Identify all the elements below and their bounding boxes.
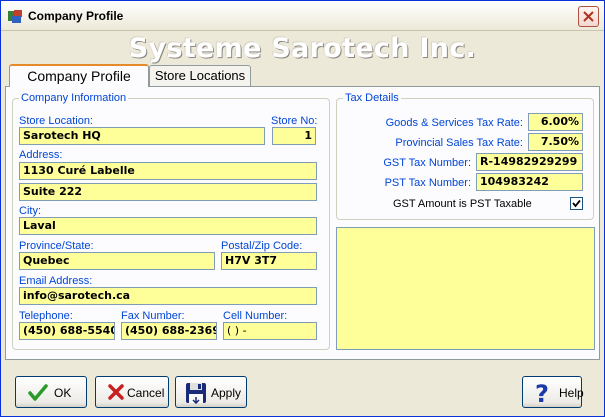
close-button[interactable]: [578, 6, 599, 27]
store-no-label: Store No:: [271, 115, 318, 127]
question-mark-icon: ?: [533, 380, 553, 409]
company-information-title: Company Information: [19, 92, 129, 104]
tax-details-title: Tax Details: [343, 92, 401, 104]
address-line1-field[interactable]: 1130 Curé Labelle: [19, 162, 317, 180]
window-title: Company Profile: [28, 9, 124, 23]
svg-text:?: ?: [535, 380, 549, 406]
email-field[interactable]: info@sarotech.ca: [19, 287, 317, 305]
store-location-label: Store Location:: [19, 115, 93, 127]
banner-text: Systeme Sarotech Inc.: [128, 33, 477, 64]
tab-company-profile[interactable]: Company Profile: [9, 64, 149, 87]
gst-rate-field[interactable]: 6.00%: [528, 113, 583, 131]
gst-pst-taxable-checkbox[interactable]: [570, 197, 583, 210]
cancel-label: Cancel: [127, 386, 165, 400]
ok-label: OK: [54, 386, 72, 400]
gst-number-field[interactable]: R-14982929299: [476, 153, 583, 171]
notes-memo[interactable]: [336, 227, 595, 350]
help-label: Help: [559, 386, 584, 400]
address-label: Address:: [19, 149, 63, 161]
cell-field[interactable]: ( ) -: [223, 322, 317, 340]
close-icon: [583, 11, 594, 22]
checkmark-icon: [28, 384, 48, 405]
telephone-field[interactable]: (450) 688-5540: [19, 322, 115, 340]
gst-pst-taxable-label: GST Amount is PST Taxable: [393, 198, 532, 210]
company-information-group: Company Information Store Location: Saro…: [12, 92, 330, 350]
apply-label: Apply: [211, 386, 242, 400]
store-location-field[interactable]: Sarotech HQ: [19, 127, 265, 145]
app-icon: [7, 8, 23, 24]
cancel-button[interactable]: Cancel: [95, 376, 169, 408]
gst-number-label: GST Tax Number:: [383, 157, 471, 169]
x-icon: [108, 384, 124, 403]
fax-field[interactable]: (450) 688-2369: [121, 322, 217, 340]
store-no-field[interactable]: 1: [272, 127, 316, 145]
pst-rate-field[interactable]: 7.50%: [528, 133, 583, 151]
pst-number-field[interactable]: 104983242: [476, 173, 583, 191]
company-profile-window: Company Profile Systeme Sarotech Inc. Co…: [0, 0, 605, 417]
checkmark-icon: [572, 199, 581, 208]
pst-rate-label: Provincial Sales Tax Rate:: [395, 137, 523, 149]
email-label: Email Address:: [19, 275, 93, 287]
postal-code-label: Postal/Zip Code:: [221, 240, 303, 252]
pst-number-label: PST Tax Number:: [384, 177, 471, 189]
title-bar: Company Profile: [1, 1, 604, 31]
tax-details-group: Tax Details Goods & Services Tax Rate: 6…: [336, 92, 594, 220]
province-label: Province/State:: [19, 240, 94, 252]
cell-label: Cell Number:: [223, 310, 288, 322]
company-banner: Systeme Sarotech Inc.: [5, 32, 600, 65]
apply-button[interactable]: Apply: [175, 376, 247, 408]
fax-label: Fax Number:: [121, 310, 185, 322]
tab-store-locations[interactable]: Store Locations: [149, 65, 251, 87]
telephone-label: Telephone:: [19, 310, 73, 322]
help-button[interactable]: ? Help: [522, 376, 584, 409]
address-line2-field[interactable]: Suite 222: [19, 183, 317, 201]
tab-panel: Company Information Store Location: Saro…: [5, 86, 600, 360]
floppy-disk-icon: [185, 382, 207, 407]
ok-button[interactable]: OK: [15, 376, 87, 408]
gst-rate-label: Goods & Services Tax Rate:: [385, 117, 523, 129]
postal-code-field[interactable]: H7V 3T7: [221, 252, 317, 270]
province-field[interactable]: Quebec: [19, 252, 215, 270]
city-label: City:: [19, 205, 41, 217]
city-field[interactable]: Laval: [19, 217, 317, 235]
